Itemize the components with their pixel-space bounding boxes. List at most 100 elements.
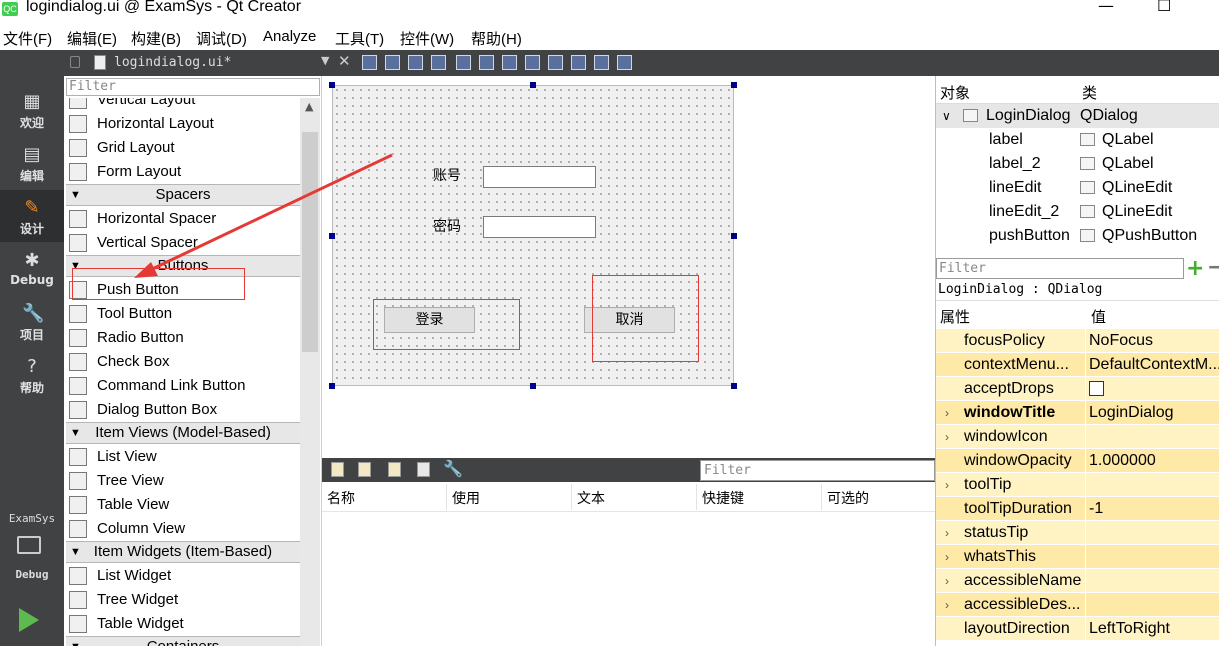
configure-wrench-icon[interactable]: 🔧: [443, 459, 463, 478]
expand-arrow-icon[interactable]: ›: [945, 545, 949, 568]
column-property[interactable]: 属性: [940, 306, 970, 327]
property-row[interactable]: windowOpacity 1.000000: [936, 449, 1219, 473]
property-name: statusTip: [964, 524, 1029, 541]
property-row[interactable]: › accessibleDes...: [936, 593, 1219, 617]
column-divider: [1085, 497, 1086, 520]
property-name: windowIcon: [964, 428, 1048, 445]
column-name[interactable]: 名称: [327, 488, 355, 508]
expand-arrow-icon[interactable]: ›: [945, 593, 949, 616]
property-filter-input[interactable]: Filter: [936, 258, 1184, 279]
line-edit-icon: [1080, 181, 1095, 194]
object-tree-row[interactable]: lineEdit QLineEdit: [936, 176, 1219, 200]
column-checkable[interactable]: 可选的: [827, 488, 869, 508]
column-used[interactable]: 使用: [452, 488, 480, 508]
column-divider: [1085, 521, 1086, 544]
new-action-icon[interactable]: [331, 462, 344, 477]
object-class: QLineEdit: [1102, 179, 1173, 196]
object-tree-row[interactable]: label QLabel: [936, 128, 1219, 152]
delete-action-icon[interactable]: [417, 462, 430, 477]
dialog-icon: [963, 109, 978, 122]
expand-arrow-icon[interactable]: ∨: [942, 104, 951, 128]
column-divider: [1085, 353, 1086, 376]
property-value[interactable]: LeftToRight: [1089, 617, 1170, 640]
line-edit-icon: [1080, 205, 1095, 218]
property-name: accessibleDes...: [964, 596, 1081, 613]
label-tag-icon: [1080, 157, 1095, 170]
column-text[interactable]: 文本: [577, 488, 605, 508]
column-value[interactable]: 值: [1091, 306, 1106, 327]
column-divider: [1085, 569, 1086, 592]
object-name: pushButton: [989, 227, 1070, 244]
property-value[interactable]: -1: [1089, 497, 1103, 520]
property-name: focusPolicy: [964, 332, 1045, 349]
expand-arrow-icon[interactable]: ›: [945, 425, 949, 448]
property-name: layoutDirection: [964, 620, 1070, 637]
column-divider: [1085, 329, 1086, 352]
column-shortcut[interactable]: 快捷键: [702, 488, 744, 508]
expand-arrow-icon[interactable]: ›: [945, 401, 949, 424]
add-property-icon[interactable]: +: [1186, 256, 1204, 281]
remove-property-icon[interactable]: −: [1207, 255, 1219, 280]
expand-arrow-icon[interactable]: ›: [945, 569, 949, 592]
action-table-header: 名称 使用 文本 快捷键 可选的: [322, 482, 936, 512]
property-row[interactable]: › statusTip: [936, 521, 1219, 545]
property-object-class: LoginDialog : QDialog: [936, 281, 1219, 301]
column-divider: [1085, 617, 1086, 640]
object-name: LoginDialog: [986, 107, 1071, 124]
object-class: QLineEdit: [1102, 203, 1173, 220]
column-divider: [696, 484, 697, 510]
property-name: windowOpacity: [964, 452, 1072, 469]
object-tree-row[interactable]: pushButton QPushButton: [936, 224, 1219, 248]
column-divider: [821, 484, 822, 510]
property-value[interactable]: DefaultContextM...: [1089, 353, 1219, 376]
property-name: accessibleName: [964, 572, 1082, 589]
accept-drops-checkbox[interactable]: [1089, 381, 1104, 396]
column-class[interactable]: 类: [1082, 82, 1097, 103]
object-class: QLabel: [1102, 155, 1154, 172]
property-value[interactable]: NoFocus: [1089, 329, 1153, 352]
property-name: whatsThis: [964, 548, 1037, 565]
property-row[interactable]: focusPolicy NoFocus: [936, 329, 1219, 353]
object-inspector-header: 对象 类: [936, 76, 1219, 104]
expand-arrow-icon[interactable]: ›: [945, 473, 949, 496]
object-name: label: [989, 131, 1023, 148]
object-tree-row[interactable]: ∨ LoginDialog QDialog: [936, 104, 1219, 128]
paste-action-icon[interactable]: [388, 462, 401, 477]
column-divider: [1085, 473, 1086, 496]
property-row[interactable]: toolTipDuration -1: [936, 497, 1219, 521]
column-divider: [1085, 377, 1086, 400]
label-tag-icon: [1080, 133, 1095, 146]
property-row[interactable]: › windowIcon: [936, 425, 1219, 449]
object-tree-row[interactable]: lineEdit_2 QLineEdit: [936, 200, 1219, 224]
property-row[interactable]: › whatsThis: [936, 545, 1219, 569]
property-name: windowTitle: [964, 404, 1056, 421]
column-object[interactable]: 对象: [940, 82, 970, 103]
column-divider: [1085, 593, 1086, 616]
copy-action-icon[interactable]: [358, 462, 371, 477]
property-row[interactable]: › accessibleName: [936, 569, 1219, 593]
action-filter-input[interactable]: Filter: [700, 460, 935, 481]
property-row[interactable]: › toolTip: [936, 473, 1219, 497]
property-value[interactable]: 1.000000: [1089, 449, 1156, 472]
property-row[interactable]: acceptDrops: [936, 377, 1219, 401]
column-divider: [1085, 401, 1086, 424]
column-divider: [1085, 545, 1086, 568]
object-name: lineEdit: [989, 179, 1042, 196]
property-name: toolTipDuration: [964, 500, 1072, 517]
property-row[interactable]: › windowTitle LoginDialog: [936, 401, 1219, 425]
push-button-icon: [1080, 229, 1095, 242]
object-name: label_2: [989, 155, 1041, 172]
object-name: lineEdit_2: [989, 203, 1060, 220]
property-value[interactable]: LoginDialog: [1089, 401, 1174, 424]
object-class: QDialog: [1080, 107, 1138, 124]
object-class: QPushButton: [1102, 227, 1198, 244]
action-table-body: [322, 512, 936, 646]
property-row[interactable]: layoutDirection LeftToRight: [936, 617, 1219, 641]
property-row[interactable]: contextMenu... DefaultContextM...: [936, 353, 1219, 377]
object-tree-row[interactable]: label_2 QLabel: [936, 152, 1219, 176]
property-name: contextMenu...: [964, 356, 1069, 373]
expand-arrow-icon[interactable]: ›: [945, 521, 949, 544]
property-name: acceptDrops: [964, 380, 1054, 397]
column-divider: [446, 484, 447, 510]
object-class: QLabel: [1102, 131, 1154, 148]
